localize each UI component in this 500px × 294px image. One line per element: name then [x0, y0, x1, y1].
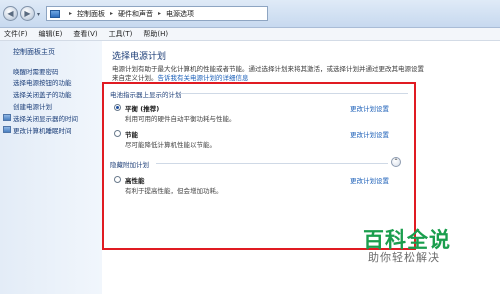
page-title: 选择电源计划 — [112, 52, 167, 62]
menu-edit[interactable]: 编辑(E) — [39, 29, 63, 39]
menu-view[interactable]: 查看(V) — [73, 29, 97, 39]
sidebar-item-lid-close[interactable]: 选择关闭盖子的功能 — [13, 89, 72, 99]
sidebar-item-create-plan[interactable]: 创建电源计划 — [13, 101, 52, 111]
sidebar: 控制面板主页 唤醒时需要密码 选择电源按钮的功能 选择关闭盖子的功能 创建电源计… — [0, 41, 102, 294]
plan-balanced-desc: 利用可用的硬件自动平衡功耗与性能。 — [125, 115, 236, 123]
sidebar-item-power-button[interactable]: 选择电源按钮的功能 — [13, 77, 72, 87]
plan-balanced-name[interactable]: 平衡 (推荐) — [125, 103, 159, 113]
plan-high-performance-desc: 有利于提高性能，但会增加功耗。 — [125, 187, 223, 195]
sleep-icon — [3, 126, 11, 133]
hidden-plans-heading[interactable]: 隐藏附加计划 — [110, 159, 149, 169]
menu-file[interactable]: 文件(F) — [4, 29, 28, 39]
display-icon — [3, 114, 11, 121]
plan-high-performance-name[interactable]: 高性能 — [125, 175, 145, 185]
control-panel-icon — [50, 9, 60, 18]
power-plan-info-link[interactable]: 告诉我有关电源计划的详细信息 — [158, 74, 249, 82]
breadcrumb-power-options[interactable]: 电源选项 — [166, 9, 194, 19]
page-description-line2: 来自定义计划。告诉我有关电源计划的详细信息 — [112, 74, 249, 82]
menu-tools[interactable]: 工具(T) — [109, 29, 133, 39]
plan-high-performance-radio[interactable] — [114, 176, 121, 183]
sidebar-control-panel-home[interactable]: 控制面板主页 — [13, 47, 55, 57]
breadcrumb-control-panel[interactable]: 控制面板 — [77, 9, 105, 19]
plan-power-saver-name[interactable]: 节能 — [125, 129, 138, 139]
section-divider — [156, 163, 388, 164]
section-divider — [180, 93, 408, 94]
menu-help[interactable]: 帮助(H) — [143, 29, 168, 39]
collapse-chevron-up-icon[interactable]: ⌃ — [391, 157, 401, 167]
battery-plans-heading: 电池指示器上显示的计划 — [110, 91, 182, 99]
main-content: 选择电源计划 电源计划有助于最大化计算机的性能或者节能。通过选择计划来将其激活，… — [102, 41, 500, 294]
watermark-subtitle: 助你轻松解决 — [368, 251, 440, 264]
plan-power-saver-radio[interactable] — [114, 130, 121, 137]
menu-bar: 文件(F) 编辑(E) 查看(V) 工具(T) 帮助(H) — [0, 28, 500, 41]
change-plan-settings-high-performance[interactable]: 更改计划设置 — [350, 175, 389, 185]
change-plan-settings-balanced[interactable]: 更改计划设置 — [350, 103, 389, 113]
breadcrumb-hardware-sound[interactable]: 硬件和声音 — [118, 9, 153, 19]
plan-balanced-radio[interactable] — [114, 104, 121, 111]
breadcrumb[interactable]: ▸ 控制面板 ▸ 硬件和声音 ▸ 电源选项 — [46, 6, 268, 21]
plan-power-saver-desc: 尽可能降低计算机性能以节能。 — [125, 141, 216, 149]
breadcrumb-separator-icon: ▸ — [110, 10, 114, 17]
breadcrumb-separator-icon: ▸ — [158, 10, 162, 17]
back-icon[interactable]: ◀ — [3, 6, 18, 21]
sidebar-item-require-password[interactable]: 唤醒时需要密码 — [13, 66, 59, 76]
forward-icon[interactable]: ▶ — [20, 6, 35, 21]
breadcrumb-separator-icon: ▸ — [69, 10, 73, 17]
change-plan-settings-power-saver[interactable]: 更改计划设置 — [350, 129, 389, 139]
address-bar: ◀ ▶ ▾ ▸ 控制面板 ▸ 硬件和声音 ▸ 电源选项 — [0, 0, 500, 28]
recent-pages-dropdown-icon[interactable]: ▾ — [37, 11, 40, 18]
sidebar-item-display-off[interactable]: 选择关闭显示器的时间 — [13, 113, 78, 123]
sidebar-item-sleep-time[interactable]: 更改计算机睡眠时间 — [13, 125, 72, 135]
